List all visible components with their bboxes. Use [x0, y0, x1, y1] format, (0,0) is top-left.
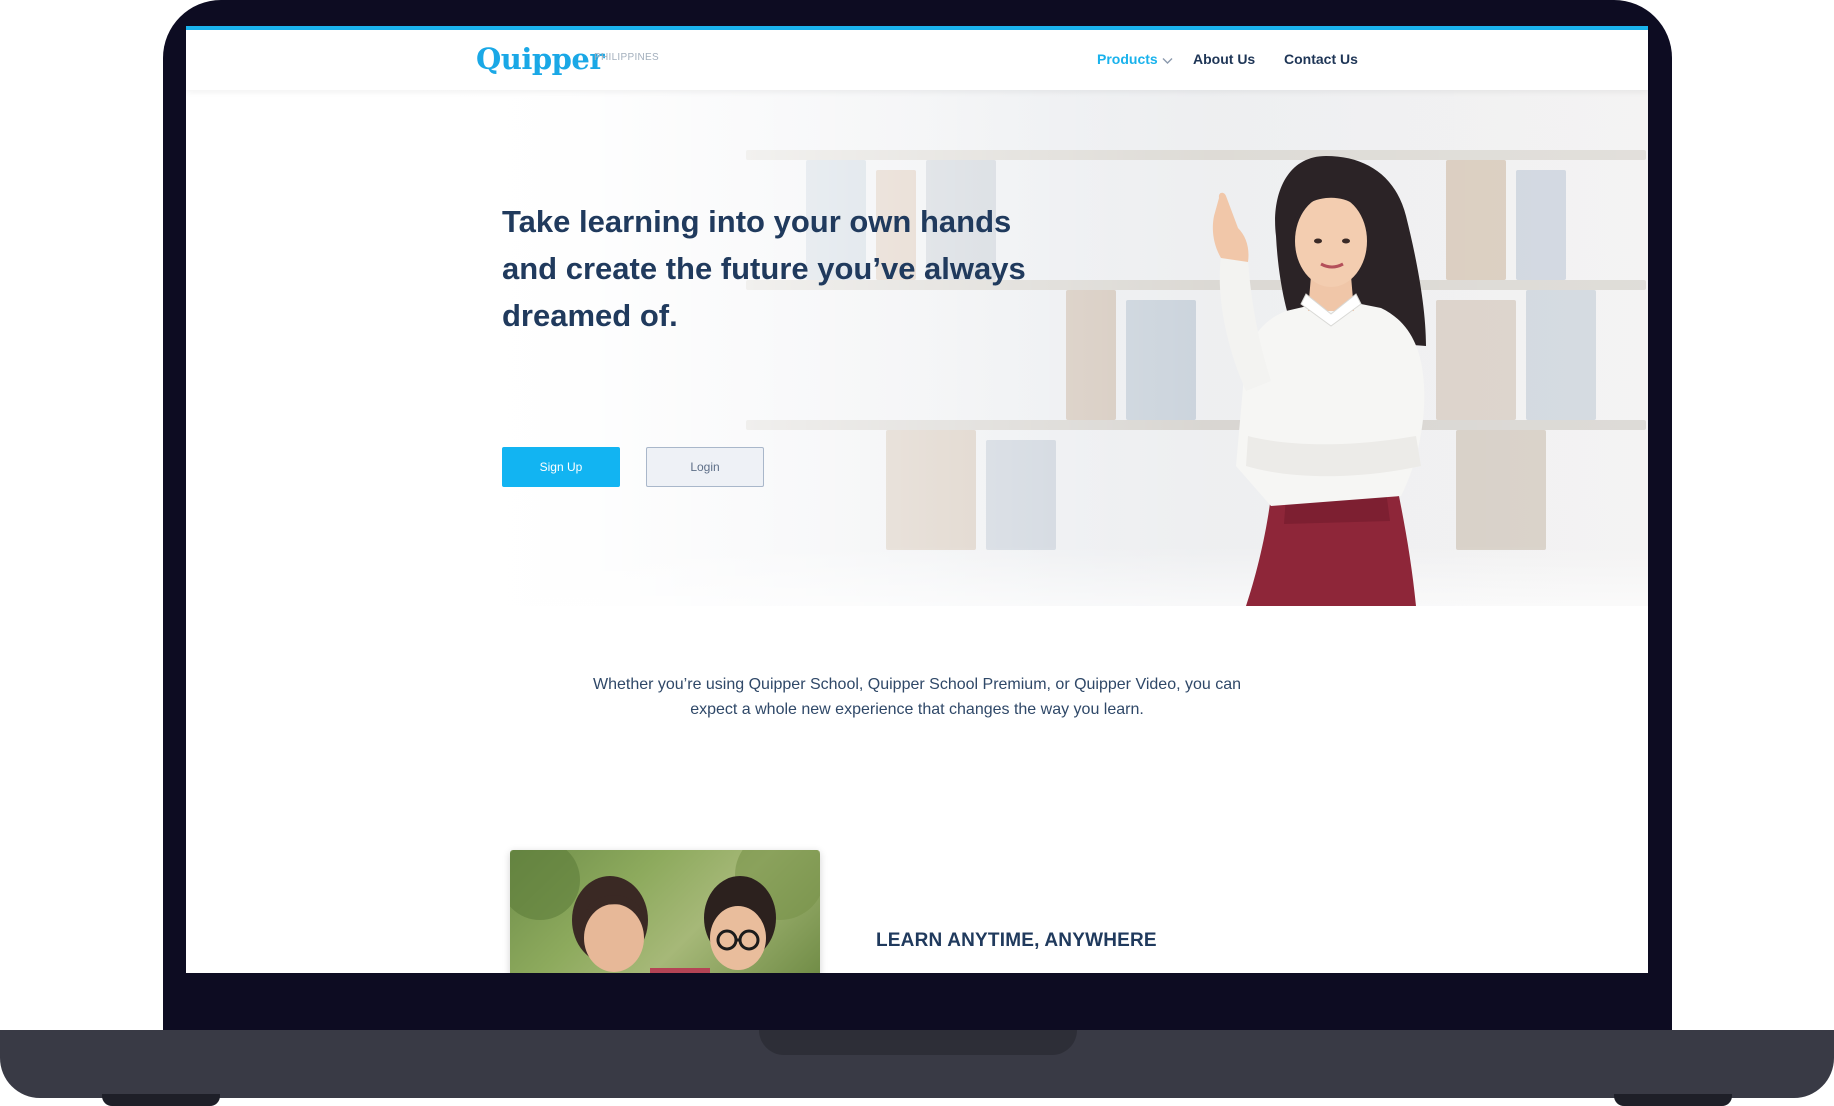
- site-header: Quipper PHILIPPINES Products About Us Co…: [186, 30, 1648, 90]
- chevron-down-icon: [1162, 52, 1173, 68]
- students-image: [510, 850, 820, 973]
- login-button[interactable]: Login: [646, 447, 764, 487]
- hero-title: Take learning into your own hands and cr…: [502, 204, 1026, 333]
- browser-screen: Quipper PHILIPPINES Products About Us Co…: [186, 26, 1648, 973]
- laptop-foot: [102, 1094, 220, 1106]
- logo-subtitle: PHILIPPINES: [594, 52, 659, 63]
- woman-pointing-image: [1212, 156, 1426, 606]
- logo[interactable]: Quipper: [476, 42, 605, 76]
- laptop-notch: [759, 1030, 1077, 1055]
- intro-text: Whether you’re using Quipper School, Qui…: [592, 676, 1242, 718]
- students-photo: [510, 850, 820, 973]
- laptop-foot: [1614, 1094, 1732, 1106]
- feature-heading: LEARN ANYTIME, ANYWHERE: [876, 930, 1157, 951]
- nav-products[interactable]: Products: [1097, 51, 1173, 68]
- sign-up-button[interactable]: Sign Up: [502, 447, 620, 487]
- nav-contact-us[interactable]: Contact Us: [1284, 51, 1358, 67]
- hero-section: Take learning into your own hands and cr…: [186, 90, 1648, 606]
- nav-products-label: Products: [1097, 51, 1158, 67]
- nav-about-us[interactable]: About Us: [1193, 51, 1255, 67]
